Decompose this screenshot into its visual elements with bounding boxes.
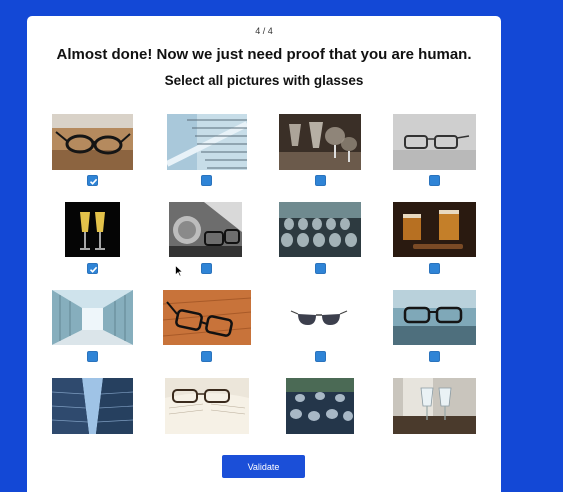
tile-checkbox-7[interactable] xyxy=(315,263,326,274)
tile-checkbox-10[interactable] xyxy=(201,351,212,362)
tile-checkbox-1[interactable] xyxy=(87,175,98,186)
tile-checkbox-9[interactable] xyxy=(87,351,98,362)
tile-image-11[interactable] xyxy=(289,298,349,338)
tile-checkbox-5[interactable] xyxy=(87,263,98,274)
tile-checkbox-2[interactable] xyxy=(201,175,212,186)
tile-checkbox-8[interactable] xyxy=(429,263,440,274)
tile-image-4[interactable] xyxy=(393,114,476,170)
tile-image-14[interactable] xyxy=(165,378,249,434)
tile-image-3[interactable] xyxy=(279,114,361,170)
tile-checkbox-6[interactable] xyxy=(201,263,212,274)
tile-image-5[interactable] xyxy=(65,202,120,257)
image-grid xyxy=(27,16,501,492)
captcha-card: 4 / 4 Almost done! Now we just need proo… xyxy=(27,16,501,492)
tile-image-16[interactable] xyxy=(393,378,476,434)
tile-image-8[interactable] xyxy=(393,202,476,257)
tile-checkbox-11[interactable] xyxy=(315,351,326,362)
tile-image-7[interactable] xyxy=(279,202,361,257)
mouse-cursor-icon xyxy=(175,265,183,277)
tile-checkbox-3[interactable] xyxy=(315,175,326,186)
validate-button[interactable]: Validate xyxy=(222,455,305,478)
tile-image-9[interactable] xyxy=(52,290,133,345)
tile-checkbox-12[interactable] xyxy=(429,351,440,362)
tile-checkbox-4[interactable] xyxy=(429,175,440,186)
tile-image-1[interactable] xyxy=(52,114,133,170)
tile-image-2[interactable] xyxy=(167,114,247,170)
tile-image-13[interactable] xyxy=(52,378,133,434)
tile-image-10[interactable] xyxy=(163,290,251,345)
tile-image-15[interactable] xyxy=(286,378,354,434)
tile-image-12[interactable] xyxy=(393,290,476,345)
tile-image-6[interactable] xyxy=(169,202,242,257)
